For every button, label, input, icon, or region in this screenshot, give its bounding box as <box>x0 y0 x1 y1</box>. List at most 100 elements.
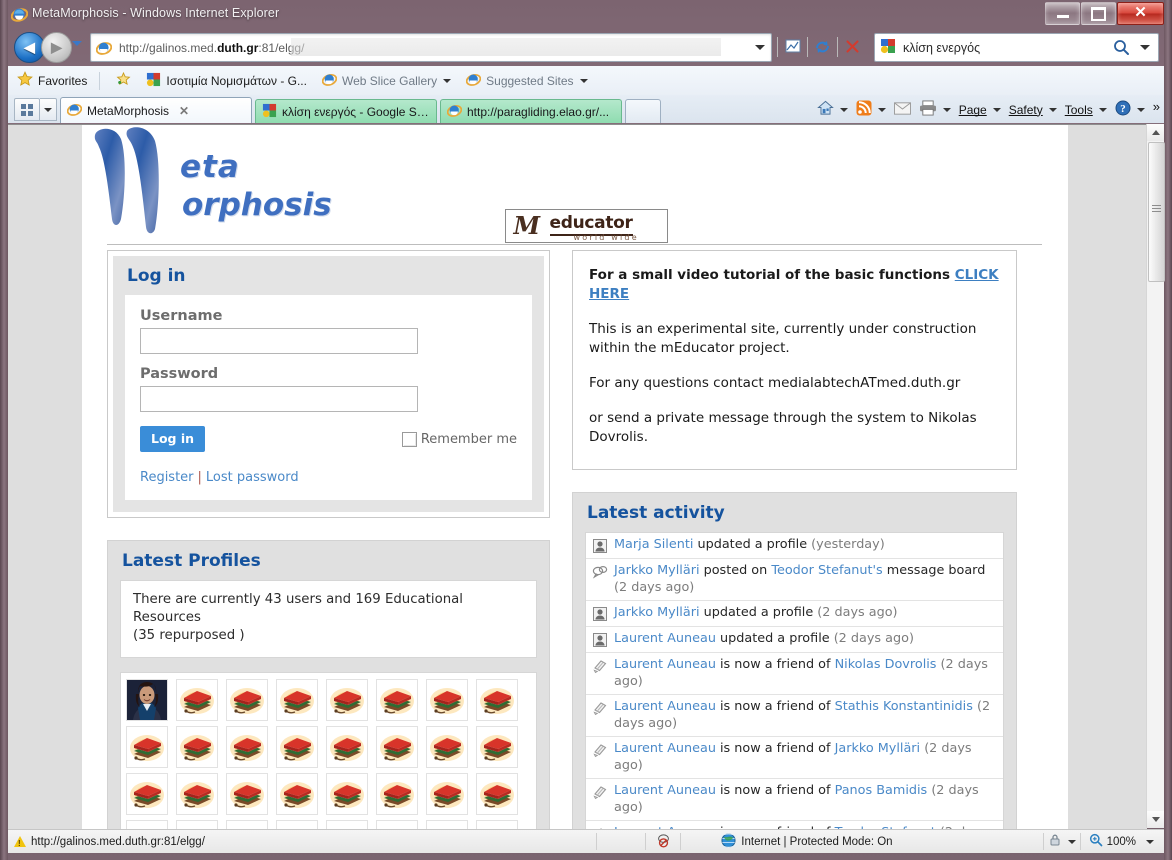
activity-actor-link[interactable]: Laurent Auneau <box>614 657 716 672</box>
activity-actor-link[interactable]: Jarkko Mylläri <box>614 605 700 620</box>
avatar-default-icon[interactable] <box>476 773 518 815</box>
activity-target-link[interactable]: Stathis Konstantinidis <box>835 699 973 714</box>
username-input[interactable] <box>140 328 418 354</box>
activity-actor-link[interactable]: Laurent Auneau <box>614 741 716 756</box>
tab-paragliding[interactable]: http://paragliding.elao.gr/... <box>440 99 622 123</box>
avatar-default-icon[interactable] <box>326 679 368 721</box>
chevron-down-icon[interactable] <box>992 107 1001 112</box>
command-overflow-button[interactable]: » <box>1149 99 1164 121</box>
avatar-default-icon[interactable] <box>376 726 418 768</box>
favorite-item-web-slice-gallery[interactable]: Web Slice Gallery <box>316 70 457 92</box>
activity-actor-link[interactable]: Laurent Auneau <box>614 699 716 714</box>
lost-password-link[interactable]: Lost password <box>206 470 299 485</box>
avatar-default-icon[interactable] <box>176 820 218 829</box>
favorites-button[interactable]: Favorites <box>11 70 93 92</box>
minimize-button[interactable] <box>1045 2 1080 25</box>
activity-actor-link[interactable]: Laurent Auneau <box>614 631 716 646</box>
metamorphosis-logo-icon[interactable] <box>87 125 183 235</box>
activity-target-link[interactable]: Nikolas Dovrolis <box>835 657 937 672</box>
password-input[interactable] <box>140 386 418 412</box>
chevron-down-icon[interactable] <box>1048 107 1057 112</box>
chevron-down-icon[interactable] <box>839 107 848 112</box>
scroll-down-button[interactable] <box>1147 811 1164 828</box>
avatar-default-icon[interactable] <box>276 726 318 768</box>
security-zone-group[interactable]: Internet | Protected Mode: On <box>719 832 893 851</box>
avatar-default-icon[interactable] <box>126 820 168 829</box>
login-submit-button[interactable]: Log in <box>140 426 206 452</box>
avatar-default-icon[interactable] <box>276 773 318 815</box>
avatar-default-icon[interactable] <box>126 773 168 815</box>
avatar-default-icon[interactable] <box>426 820 468 829</box>
zoom-control[interactable]: 100% <box>1089 833 1154 850</box>
activity-target-link[interactable]: Panos Bamidis <box>835 783 928 798</box>
activity-actor-link[interactable]: Laurent Auneau <box>614 783 716 798</box>
avatar-default-icon[interactable] <box>426 726 468 768</box>
avatar-default-icon[interactable] <box>476 679 518 721</box>
avatar-default-icon[interactable] <box>326 726 368 768</box>
page-menu-button[interactable]: Page <box>955 99 1005 121</box>
avatar-default-icon[interactable] <box>326 773 368 815</box>
tab-metamorphosis[interactable]: MetaMorphosis ✕ <box>60 97 252 123</box>
tab-list-button[interactable] <box>40 98 57 121</box>
print-button[interactable] <box>915 99 955 121</box>
search-dropdown-icon[interactable] <box>1140 45 1150 50</box>
title-bar[interactable]: MetaMorphosis - Windows Internet Explore… <box>0 0 1172 29</box>
add-to-favorites-bar-button[interactable] <box>109 70 137 92</box>
chevron-down-icon[interactable] <box>877 107 886 112</box>
avatar-default-icon[interactable] <box>176 726 218 768</box>
search-input[interactable]: κλίση ενεργός <box>903 41 980 55</box>
avatar-default-icon[interactable] <box>226 679 268 721</box>
activity-actor-link[interactable]: Jarkko Mylläri <box>614 563 700 578</box>
tab-google-search[interactable]: κλίση ενεργός - Google Se... <box>255 99 437 123</box>
chevron-down-icon[interactable] <box>579 78 588 83</box>
forward-button[interactable]: ▶ <box>41 32 72 63</box>
avatar-default-icon[interactable] <box>226 820 268 829</box>
search-box[interactable]: κλίση ενεργός <box>874 33 1159 62</box>
scroll-up-button[interactable] <box>1147 124 1164 141</box>
stop-icon[interactable] <box>839 33 866 60</box>
chevron-down-icon[interactable] <box>1067 839 1076 844</box>
activity-actor-link[interactable]: Marja Silenti <box>614 537 693 552</box>
avatar-default-icon[interactable] <box>276 820 318 829</box>
recent-pages-icon[interactable] <box>72 41 82 46</box>
activity-target-link[interactable]: Jarkko Mylläri <box>835 741 921 756</box>
safety-menu-button[interactable]: Safety <box>1005 99 1061 121</box>
activity-target-link[interactable]: Teodor Stefanut's <box>771 563 882 578</box>
avatar-default-icon[interactable] <box>176 773 218 815</box>
avatar-photo[interactable] <box>126 679 168 721</box>
favorite-item-suggested-sites[interactable]: Suggested Sites <box>460 70 593 92</box>
close-button[interactable]: ✕ <box>1117 2 1164 25</box>
close-icon[interactable]: ✕ <box>179 104 189 118</box>
scrollbar-thumb[interactable] <box>1148 142 1165 282</box>
chevron-down-icon[interactable] <box>1146 839 1154 844</box>
avatar-default-icon[interactable] <box>276 679 318 721</box>
avatar-default-icon[interactable] <box>126 726 168 768</box>
avatar-default-icon[interactable] <box>376 679 418 721</box>
help-menu-button[interactable]: ? <box>1111 99 1149 121</box>
privacy-report-button[interactable] <box>646 833 680 851</box>
chevron-down-icon[interactable] <box>443 78 452 83</box>
avatar-default-icon[interactable] <box>226 773 268 815</box>
new-tab-button[interactable] <box>625 99 661 123</box>
tools-menu-button[interactable]: Tools <box>1061 99 1111 121</box>
maximize-button[interactable] <box>1081 2 1116 25</box>
feeds-button[interactable] <box>852 99 890 121</box>
avatar-default-icon[interactable] <box>226 726 268 768</box>
refresh-icon[interactable] <box>809 33 836 60</box>
avatar-default-icon[interactable] <box>376 820 418 829</box>
search-icon[interactable] <box>1113 39 1130 59</box>
chevron-down-icon[interactable] <box>942 107 951 112</box>
avatar-default-icon[interactable] <box>426 679 468 721</box>
address-dropdown-icon[interactable] <box>755 45 765 50</box>
chevron-down-icon[interactable] <box>1098 107 1107 112</box>
home-button[interactable] <box>813 99 852 121</box>
change-zone-button[interactable] <box>1044 833 1080 850</box>
vertical-scrollbar[interactable] <box>1146 124 1165 828</box>
address-bar[interactable]: http://galinos.med.duth.gr:81/elgg/ <box>90 33 772 62</box>
register-link[interactable]: Register <box>140 470 194 485</box>
chevron-down-icon[interactable] <box>1136 107 1145 112</box>
quick-tabs-button[interactable] <box>14 98 40 121</box>
remember-me-group[interactable]: Remember me <box>401 431 517 447</box>
read-mail-button[interactable] <box>890 99 915 121</box>
avatar-default-icon[interactable] <box>176 679 218 721</box>
